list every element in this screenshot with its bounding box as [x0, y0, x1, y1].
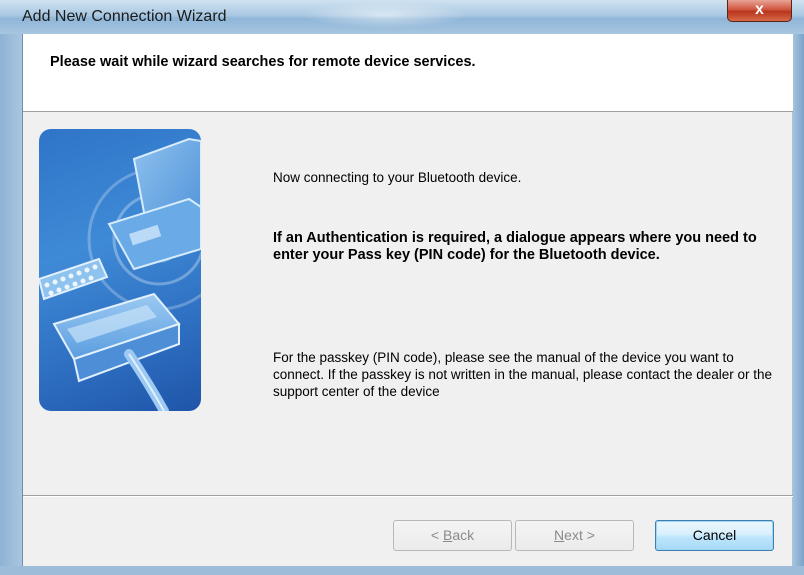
- wizard-body: Please wait while wizard searches for re…: [22, 34, 793, 566]
- bluetooth-devices-illustration: [39, 129, 201, 411]
- cancel-button-label: Cancel: [692, 527, 737, 543]
- title-bar[interactable]: Add New Connection Wizard x: [0, 0, 804, 34]
- connecting-message: Now connecting to your Bluetooth device.: [273, 170, 522, 185]
- close-icon: x: [755, 1, 764, 18]
- wizard-header-text: Please wait while wizard searches for re…: [50, 54, 476, 70]
- close-button[interactable]: x: [727, 0, 792, 22]
- next-button-suffix: >: [582, 527, 595, 543]
- next-button-accel: N: [554, 527, 565, 543]
- back-button[interactable]: < Back: [393, 520, 512, 551]
- title-bar-glow: [300, 2, 470, 28]
- wizard-header: Please wait while wizard searches for re…: [23, 34, 793, 112]
- window-frame-right: [792, 34, 804, 575]
- window-frame-bottom: [0, 566, 804, 575]
- authentication-notice: If an Authentication is required, a dial…: [273, 230, 757, 263]
- button-divider: [23, 495, 793, 497]
- cancel-button[interactable]: Cancel: [655, 520, 774, 551]
- next-button[interactable]: Next >: [515, 520, 634, 551]
- back-button-prefix: <: [430, 527, 443, 543]
- back-button-rest: ack: [452, 527, 475, 543]
- wizard-window: Add New Connection Wizard x Please wait …: [0, 0, 804, 575]
- illustration-graphic: [39, 137, 201, 411]
- window-frame-left: [0, 34, 22, 575]
- window-title: Add New Connection Wizard: [22, 8, 227, 25]
- next-button-rest: ext: [564, 527, 583, 543]
- back-button-accel: B: [442, 527, 453, 543]
- passkey-help-text: For the passkey (PIN code), please see t…: [273, 350, 773, 399]
